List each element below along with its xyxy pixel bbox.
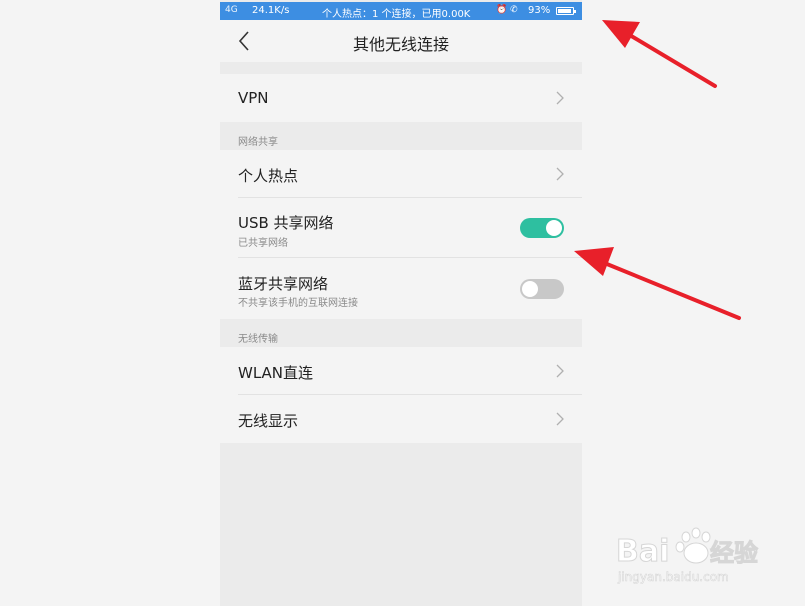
watermark-brand: Bai — [616, 534, 669, 569]
arrow-to-usb-toggle — [574, 247, 741, 320]
paw-icon — [675, 527, 711, 564]
watermark-url: jingyan.baidu.com — [617, 570, 729, 584]
watermark-logo: Bai 经验 jingyan.baidu.com — [616, 527, 759, 584]
arrow-to-status-bar — [602, 20, 717, 88]
baidu-jingyan-watermark: Bai 经验 jingyan.baidu.com — [612, 515, 782, 595]
watermark-suffix: 经验 — [710, 539, 758, 567]
